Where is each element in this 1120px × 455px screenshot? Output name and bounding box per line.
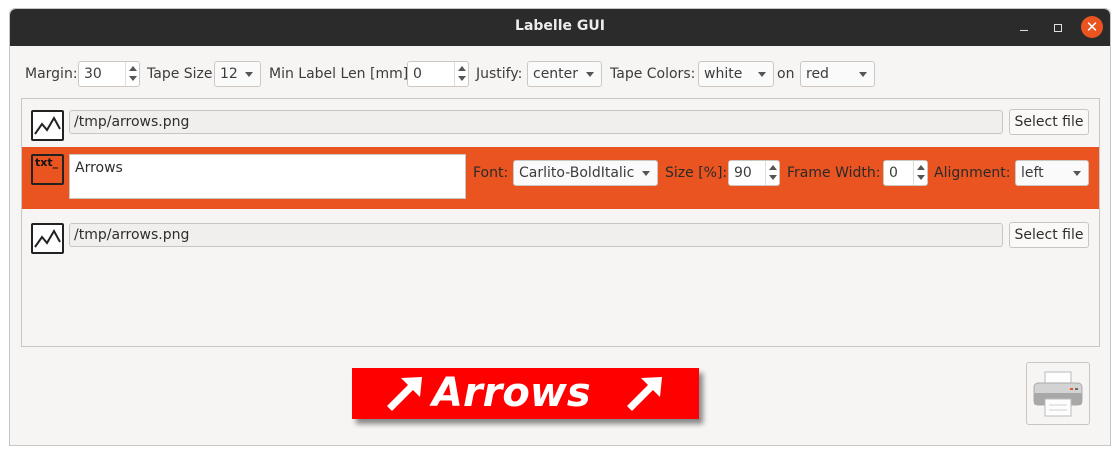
arrow-up-right-icon bbox=[627, 377, 662, 411]
frame-width-spinbox[interactable]: 0 bbox=[883, 160, 928, 186]
alignment-value: left bbox=[1021, 165, 1044, 181]
spin-down-icon[interactable] bbox=[129, 76, 137, 81]
min-len-spinbox[interactable]: 0 bbox=[407, 61, 469, 87]
label-preview: Arrows bbox=[352, 368, 699, 419]
settings-bar: Margin: 30 Tape Size: 12 Min Label Len [… bbox=[10, 61, 1110, 87]
min-len-value: 0 bbox=[413, 66, 422, 82]
font-label: Font: bbox=[473, 165, 509, 181]
chevron-down-icon bbox=[245, 72, 253, 77]
spin-down-icon[interactable] bbox=[458, 76, 466, 81]
margin-label: Margin: bbox=[25, 66, 78, 82]
text-icon: txt_ bbox=[31, 154, 64, 185]
margin-spinbox[interactable]: 30 bbox=[78, 61, 140, 87]
size-value: 90 bbox=[734, 165, 752, 181]
tape-fg-color-value: white bbox=[704, 66, 743, 82]
justify-value: center bbox=[533, 66, 579, 82]
chevron-down-icon bbox=[586, 72, 594, 77]
on-label: on bbox=[777, 66, 795, 82]
image-icon bbox=[31, 223, 64, 254]
window-title: Labelle GUI bbox=[515, 18, 605, 34]
printer-icon bbox=[1033, 371, 1083, 417]
label-text-input[interactable]: Arrows bbox=[69, 154, 466, 199]
spin-up-icon[interactable] bbox=[129, 66, 137, 71]
list-item-image[interactable]: /tmp/arrows.png Select file bbox=[22, 219, 1099, 255]
preview-text: Arrows bbox=[432, 370, 591, 416]
alignment-select[interactable]: left bbox=[1015, 160, 1089, 186]
tape-bg-color-value: red bbox=[806, 66, 829, 82]
file-path-value: /tmp/arrows.png bbox=[74, 114, 190, 130]
size-label: Size [%]: bbox=[665, 165, 728, 181]
alignment-label: Alignment: bbox=[934, 165, 1011, 181]
tape-size-value: 12 bbox=[220, 66, 238, 82]
chevron-down-icon bbox=[1073, 171, 1081, 176]
minimize-icon[interactable] bbox=[1014, 18, 1034, 38]
frame-width-label: Frame Width: bbox=[787, 165, 881, 181]
print-button[interactable] bbox=[1026, 362, 1090, 425]
chevron-down-icon bbox=[859, 72, 867, 77]
spin-down-icon[interactable] bbox=[917, 175, 925, 180]
arrow-up-right-icon bbox=[387, 377, 422, 411]
tape-fg-color-select[interactable]: white bbox=[698, 61, 774, 87]
justify-label: Justify: bbox=[476, 66, 523, 82]
tape-colors-label: Tape Colors: bbox=[610, 66, 696, 82]
chevron-down-icon bbox=[642, 171, 650, 176]
tape-size-select[interactable]: 12 bbox=[214, 61, 261, 87]
file-path-field[interactable]: /tmp/arrows.png bbox=[69, 110, 1003, 134]
select-file-button[interactable]: Select file bbox=[1009, 109, 1089, 135]
file-path-value: /tmp/arrows.png bbox=[74, 227, 190, 243]
spin-up-icon[interactable] bbox=[458, 66, 466, 71]
tape-bg-color-select[interactable]: red bbox=[800, 61, 875, 87]
font-value: Carlito-BoldItalic bbox=[519, 165, 635, 181]
app-window: Labelle GUI ✕ Margin: 30 Tape Size: 12 M… bbox=[9, 8, 1111, 446]
font-select[interactable]: Carlito-BoldItalic bbox=[513, 160, 658, 186]
spin-up-icon[interactable] bbox=[917, 165, 925, 170]
spin-down-icon[interactable] bbox=[769, 175, 777, 180]
margin-value: 30 bbox=[84, 66, 102, 82]
close-icon[interactable]: ✕ bbox=[1081, 16, 1103, 38]
spin-up-icon[interactable] bbox=[769, 165, 777, 170]
tape-size-label: Tape Size: bbox=[147, 66, 218, 82]
chevron-down-icon bbox=[758, 72, 766, 77]
size-spinbox[interactable]: 90 bbox=[728, 160, 780, 186]
min-len-label: Min Label Len [mm]: bbox=[269, 66, 413, 82]
title-bar: Labelle GUI ✕ bbox=[10, 9, 1110, 46]
select-file-button[interactable]: Select file bbox=[1009, 222, 1089, 248]
label-elements-list: /tmp/arrows.png Select file txt_ Arrows … bbox=[21, 98, 1100, 347]
list-item-text[interactable]: txt_ Arrows Font: Carlito-BoldItalic Siz… bbox=[22, 147, 1099, 209]
maximize-icon[interactable] bbox=[1048, 18, 1068, 38]
file-path-field[interactable]: /tmp/arrows.png bbox=[69, 223, 1003, 247]
list-item-image[interactable]: /tmp/arrows.png Select file bbox=[22, 106, 1099, 142]
image-icon bbox=[31, 110, 64, 141]
label-text-value: Arrows bbox=[75, 160, 123, 176]
frame-width-value: 0 bbox=[889, 165, 898, 181]
justify-select[interactable]: center bbox=[527, 61, 602, 87]
